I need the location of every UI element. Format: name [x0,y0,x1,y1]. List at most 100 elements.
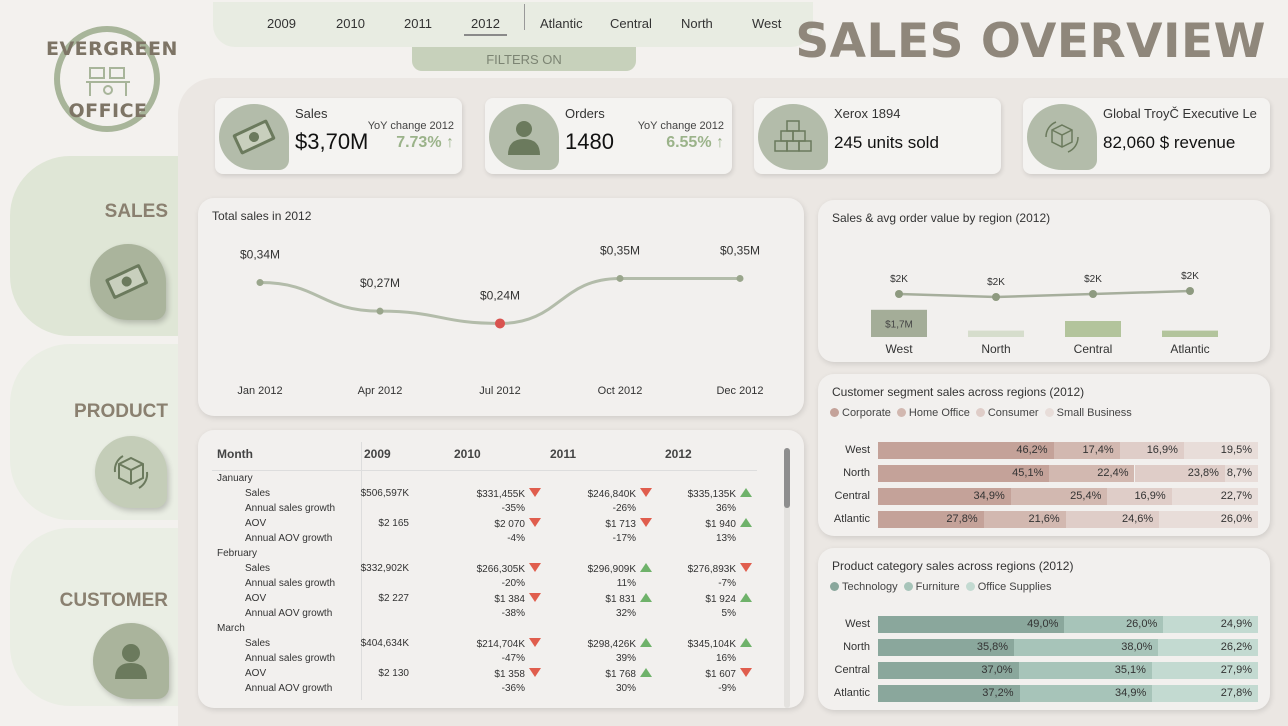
matrix-cell: 36% [715,503,736,514]
segment-bar-segment[interactable]: 46,2% [878,442,1054,459]
matrix-cell: $1 924 [705,593,752,605]
matrix-scrollbar[interactable] [784,448,790,708]
segment-bar-segment[interactable]: 8,7% [1224,465,1258,482]
matrix-row-label: AOV [245,668,267,679]
filters-on-indicator[interactable]: FILTERS ON [412,47,636,71]
segment-bar-segment[interactable]: 16,9% [1119,442,1184,459]
segment-bar-segment[interactable]: 26,0% [1159,511,1258,528]
filter-region-atlantic[interactable]: Atlantic [540,16,583,31]
category-bar-segment[interactable]: 35,1% [1018,662,1152,679]
legend-item-office-supplies[interactable]: Office Supplies [965,581,1051,593]
trend-down-icon [529,518,541,527]
kpi-sales-yoy-value: 7.73% ↑ [396,134,454,151]
kpi-orders-yoy-value: 6.55% ↑ [666,134,724,151]
legend-item-consumer[interactable]: Consumer [975,407,1039,419]
filter-region-north[interactable]: North [681,16,713,31]
filter-year-2012[interactable]: 2012 [464,16,507,36]
region-bar-label-0: $1,7M [885,319,913,330]
matrix-row-label: Annual AOV growth [245,683,333,694]
category-bar-segment[interactable]: 26,0% [1064,616,1164,633]
matrix-header-month[interactable]: Month [217,447,253,461]
kpi-orders-yoy-label: YoY change 2012 [637,120,724,132]
category-bar-segment[interactable]: 37,0% [878,662,1019,679]
matrix-row: AOV $2 130 $1 358 $1 768 $1 607 [198,668,778,683]
filter-region-central[interactable]: Central [610,16,652,31]
person-icon [93,623,169,699]
nav-label-customer: CUSTOMER [59,590,168,611]
category-bar-segment[interactable]: 38,0% [1014,639,1159,656]
trend-down-icon [740,563,752,572]
legend-item-corporate[interactable]: Corporate [830,407,891,419]
category-bar-segment[interactable]: 37,2% [878,685,1020,702]
aov-label-3: $2K [1181,271,1199,282]
category-bar-segment[interactable]: 27,8% [1152,685,1258,702]
total-sales-card: Total sales in 2012 $0,34M Jan 2012 $0,27M… [198,198,804,416]
segment-bar-segment[interactable]: 45,1% [878,465,1050,482]
x-tick-label-4: Dec 2012 [716,385,763,397]
filter-region-west[interactable]: West [752,16,781,31]
matrix-row-label: Annual sales growth [245,653,336,664]
category-bar-segment[interactable]: 49,0% [878,616,1065,633]
matrix-cell: $276,893K [688,563,752,575]
segment-bar-segment[interactable]: 21,6% [983,511,1066,528]
legend-item-furniture[interactable]: Furniture [903,581,960,593]
matrix-row: Annual AOV growth -38% 32% 5% [198,608,778,623]
segment-bar-segment[interactable]: 17,4% [1053,442,1120,459]
matrix-header-2009[interactable]: 2009 [364,447,391,461]
category-bar-segment[interactable]: 26,2% [1158,639,1258,656]
category-bar-segment[interactable]: 24,9% [1163,616,1258,633]
segment-bar-segment[interactable]: 22,4% [1049,465,1135,482]
category-bar-segment[interactable]: 34,9% [1019,685,1153,702]
product-box-icon [1027,104,1097,170]
filter-year-2010[interactable]: 2010 [336,16,365,31]
nav-tab-sales[interactable]: SALES [10,156,178,336]
legend-item-technology[interactable]: Technology [830,581,898,593]
matrix-cell: -4% [507,533,525,544]
matrix-cell: 13% [715,533,736,544]
trend-down-icon [740,668,752,677]
aov-label-0: $2K [890,274,908,285]
segment-bar-segment[interactable]: 16,9% [1107,488,1172,505]
product-box-icon [95,436,167,508]
region-bar-3 [1162,330,1218,337]
segment-bar-segment[interactable]: 22,7% [1171,488,1258,505]
segment-bar-segment[interactable]: 34,9% [878,488,1011,505]
legend-item-small-business[interactable]: Small Business [1044,407,1132,419]
matrix-month-label[interactable]: January [217,473,253,488]
matrix-header-2010[interactable]: 2010 [454,447,481,461]
trend-down-icon [529,488,541,497]
legend-item-home-office[interactable]: Home Office [896,407,970,419]
sales-point-2 [495,318,505,329]
kpi-sales-yoy-label: YoY change 2012 [367,120,454,132]
nav-tab-product[interactable]: PRODUCT [10,344,178,520]
matrix-month-label[interactable]: February [217,548,257,563]
category-bar-segment[interactable]: 35,8% [878,639,1015,656]
category-bar-row-label: Atlantic [833,687,870,699]
kpi-orders-value: 1480 [565,129,614,154]
filter-year-2009[interactable]: 2009 [267,16,296,31]
trend-down-icon [529,638,541,647]
filter-year-2011[interactable]: 2011 [404,16,432,31]
matrix-cell: $2 165 [378,518,409,529]
trend-up-icon [740,593,752,602]
region-sales-card: Sales & avg order value by region (2012)… [818,200,1270,362]
trend-up-icon [640,563,652,572]
matrix-header-2012[interactable]: 2012 [665,447,692,461]
category-sales-title: Product category sales across regions (2… [832,559,1074,573]
segment-bar-segment[interactable]: 25,4% [1010,488,1108,505]
matrix-scroll-thumb[interactable] [784,448,790,508]
segment-bar-segment[interactable]: 23,8% [1134,465,1225,482]
matrix-row: Annual sales growth -20% 11% -7% [198,578,778,593]
segment-bar-segment[interactable]: 24,6% [1065,511,1160,528]
category-sales-card: Product category sales across regions (2… [818,548,1270,710]
segment-bar-segment[interactable]: 27,8% [878,511,984,528]
aov-point-0 [895,290,903,298]
category-bar-segment[interactable]: 27,9% [1151,662,1258,679]
matrix-header-2011[interactable]: 2011 [550,447,576,461]
evergreen-office-logo: EVERGREEN OFFICE [46,24,177,132]
segment-bar-segment[interactable]: 19,5% [1183,442,1258,459]
matrix-month-label[interactable]: March [217,623,245,638]
matrix-cell: $404,634K [360,638,409,649]
nav-tab-customer[interactable]: CUSTOMER [10,528,178,706]
matrix-cell: $1 831 [605,593,652,605]
